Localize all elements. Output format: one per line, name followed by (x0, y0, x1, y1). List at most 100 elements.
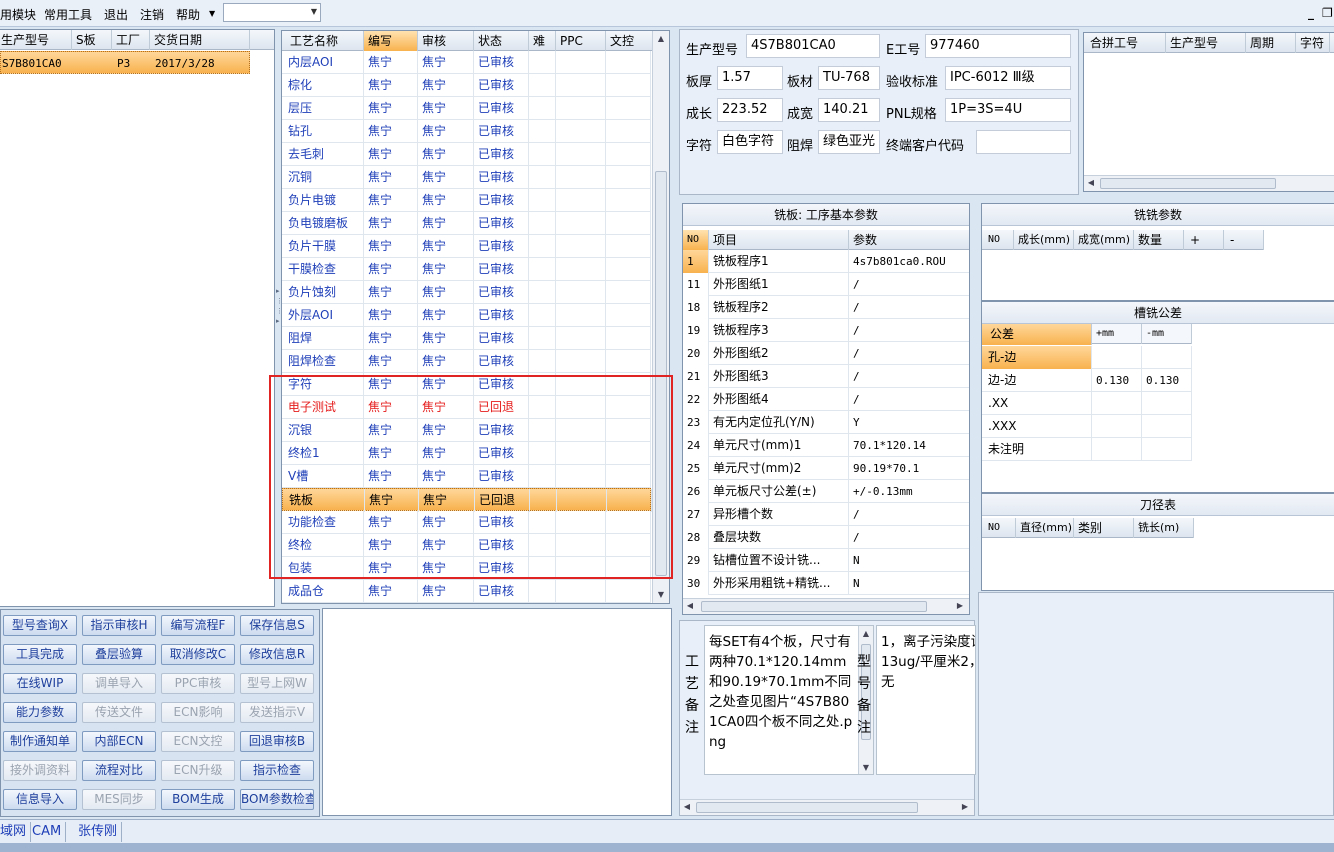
char-field[interactable]: 白色字符 (717, 130, 783, 154)
action-button[interactable]: 修改信息R (240, 644, 314, 665)
client-code-field[interactable] (976, 130, 1071, 154)
table-row[interactable]: 沉银 焦宁 焦宁 已审核 (282, 419, 651, 442)
action-button[interactable]: 能力参数 (3, 702, 77, 723)
col-ppc[interactable]: PPC (556, 31, 606, 51)
table-row[interactable]: 阻焊检查 焦宁 焦宁 已审核 (282, 350, 651, 373)
material-field[interactable]: TU-768 (818, 66, 880, 90)
col-plus[interactable]: + (1184, 230, 1224, 250)
table-row[interactable]: 孔-边 (982, 346, 1192, 369)
scroll-left-icon[interactable]: ◀ (683, 598, 697, 614)
menu-modules[interactable]: 用模块 (0, 6, 36, 23)
pnl-field[interactable]: 1P=3S=4U (945, 98, 1071, 122)
splitter-handle[interactable]: ▸ ⋮ ⋮ ▸ (276, 286, 283, 346)
menu-help[interactable]: 帮助 (176, 6, 200, 23)
menu-logout[interactable]: 注销 (140, 6, 164, 23)
action-button[interactable]: ECN升级 (161, 760, 235, 781)
col-minus-mm[interactable]: -mm (1142, 324, 1192, 344)
action-button[interactable]: 型号上网W (240, 673, 314, 694)
table-row[interactable]: 终检 焦宁 焦宁 已审核 (282, 534, 651, 557)
action-button[interactable]: PPC审核 (161, 673, 235, 694)
action-button[interactable]: 发送指示V (240, 702, 314, 723)
scroll-thumb[interactable] (701, 601, 927, 612)
col-process-name[interactable]: 工艺名称 (282, 31, 364, 51)
col-writer[interactable]: 编写 (364, 31, 418, 51)
mill-params-hscroll[interactable]: ◀ ▶ (683, 598, 969, 614)
table-row[interactable]: 字符 焦宁 焦宁 已审核 (282, 373, 651, 396)
table-row[interactable]: 29 钻槽位置不设计铣... N (683, 549, 969, 572)
action-button[interactable]: 传送文件 (82, 702, 156, 723)
table-row[interactable]: .XX (982, 392, 1192, 415)
col-width[interactable]: 成宽(mm) (1074, 230, 1134, 250)
col-length[interactable]: 成长(mm) (1014, 230, 1074, 250)
action-button[interactable]: BOM参数检查 (240, 789, 314, 810)
action-button[interactable]: BOM生成 (161, 789, 235, 810)
col-no[interactable]: NO (982, 518, 1016, 538)
action-button[interactable]: 叠层验算 (82, 644, 156, 665)
col-reviewer[interactable]: 审核 (418, 31, 474, 51)
action-button[interactable]: 指示检查 (240, 760, 314, 781)
table-row[interactable]: 内层AOI 焦宁 焦宁 已审核 (282, 51, 651, 74)
col-status[interactable]: 状态 (474, 31, 529, 51)
col-type[interactable]: 类别 (1074, 518, 1134, 538)
table-row[interactable]: 负片干膜 焦宁 焦宁 已审核 (282, 235, 651, 258)
combined-hscroll[interactable]: ◀ (1084, 175, 1334, 191)
model-field[interactable]: 4S7B801CA0 (746, 34, 880, 58)
scroll-thumb[interactable] (655, 171, 667, 576)
col-no[interactable]: NO (982, 230, 1014, 250)
scroll-right-icon[interactable]: ▶ (953, 598, 967, 614)
scroll-left-icon[interactable]: ◀ (680, 799, 694, 815)
chevron-down-icon[interactable]: ▼ (311, 7, 317, 16)
col-plus-mm[interactable]: +mm (1092, 324, 1142, 344)
scroll-left-icon[interactable]: ◀ (1084, 175, 1098, 191)
scroll-down-icon[interactable]: ▼ (653, 587, 669, 603)
col-minus[interactable]: - (1224, 230, 1264, 250)
table-row[interactable]: 21 外形图纸3/ (683, 365, 969, 388)
table-row[interactable]: 包装 焦宁 焦宁 已审核 (282, 557, 651, 580)
col-due-date[interactable]: 交货日期 (150, 30, 250, 50)
action-button[interactable]: 制作通知单 (3, 731, 77, 752)
table-row[interactable]: 铣板 焦宁 焦宁 已回退 (282, 488, 652, 512)
scroll-thumb[interactable] (696, 802, 918, 813)
table-row[interactable]: 负片蚀刻 焦宁 焦宁 已审核 (282, 281, 651, 304)
table-row[interactable]: 23 有无内定位孔(Y/N) Y (683, 411, 969, 434)
minimize-icon[interactable]: _ (1308, 6, 1314, 20)
action-button[interactable]: 工具完成 (3, 644, 77, 665)
action-button[interactable]: 保存信息S (240, 615, 314, 636)
status-tab-cam[interactable]: CAM (28, 822, 67, 842)
notes-hscroll[interactable]: ◀ ▶ (680, 799, 974, 815)
toolbar-combo[interactable]: ▼ (223, 3, 321, 22)
table-row[interactable]: .XXX (982, 415, 1192, 438)
action-button[interactable]: 信息导入 (3, 789, 77, 810)
col-no[interactable]: NO (683, 230, 709, 250)
status-tab-network[interactable]: 域网 (0, 822, 32, 842)
table-row[interactable]: 去毛刺 焦宁 焦宁 已审核 (282, 143, 651, 166)
action-button[interactable]: 编写流程F (161, 615, 235, 636)
col-factory[interactable]: 工厂 (112, 30, 150, 50)
action-button[interactable]: 接外调资料 (3, 760, 77, 781)
table-row[interactable]: 26 单元板尺寸公差(±) +/-0.13mm (683, 480, 969, 503)
table-row[interactable]: 棕化 焦宁 焦宁 已审核 (282, 74, 651, 97)
table-row[interactable]: 阻焊 焦宁 焦宁 已审核 (282, 327, 651, 350)
scroll-right-icon[interactable]: ▶ (958, 799, 972, 815)
table-row[interactable]: 成品仓 焦宁 焦宁 已审核 (282, 580, 651, 603)
table-row[interactable]: 功能检查 焦宁 焦宁 已审核 (282, 511, 651, 534)
col-value[interactable]: 参数 (849, 230, 969, 250)
status-tab-user[interactable]: 张传刚 (74, 822, 123, 842)
table-row[interactable]: 18 铣板程序2/ (683, 296, 969, 319)
col-tolerance[interactable]: 公差 (982, 324, 1092, 345)
table-row[interactable]: 19 铣板程序3/ (683, 319, 969, 342)
action-button[interactable]: 取消修改C (161, 644, 235, 665)
table-row[interactable]: 27 异形槽个数 / (683, 503, 969, 526)
action-button[interactable]: 在线WIP (3, 673, 77, 694)
col-qty[interactable]: 数量 (1134, 230, 1184, 250)
menu-exit[interactable]: 退出 (104, 6, 128, 23)
table-row[interactable]: 20 外形图纸2/ (683, 342, 969, 365)
menu-common-tools[interactable]: 常用工具 (44, 6, 92, 23)
e-number-field[interactable]: 977460 (925, 34, 1071, 58)
table-row[interactable]: 边-边 0.130 0.130 (982, 369, 1192, 392)
col-combined-model[interactable]: 生产型号 (1166, 33, 1246, 53)
action-button[interactable]: 流程对比 (82, 760, 156, 781)
col-s-board[interactable]: S板 (72, 30, 112, 50)
table-row[interactable]: 25 单元尺寸(mm)2 90.19*70.1 (683, 457, 969, 480)
model-note-box[interactable]: 1，离子污染度试<1.013ug/平厘米2，符合无 (876, 625, 976, 775)
